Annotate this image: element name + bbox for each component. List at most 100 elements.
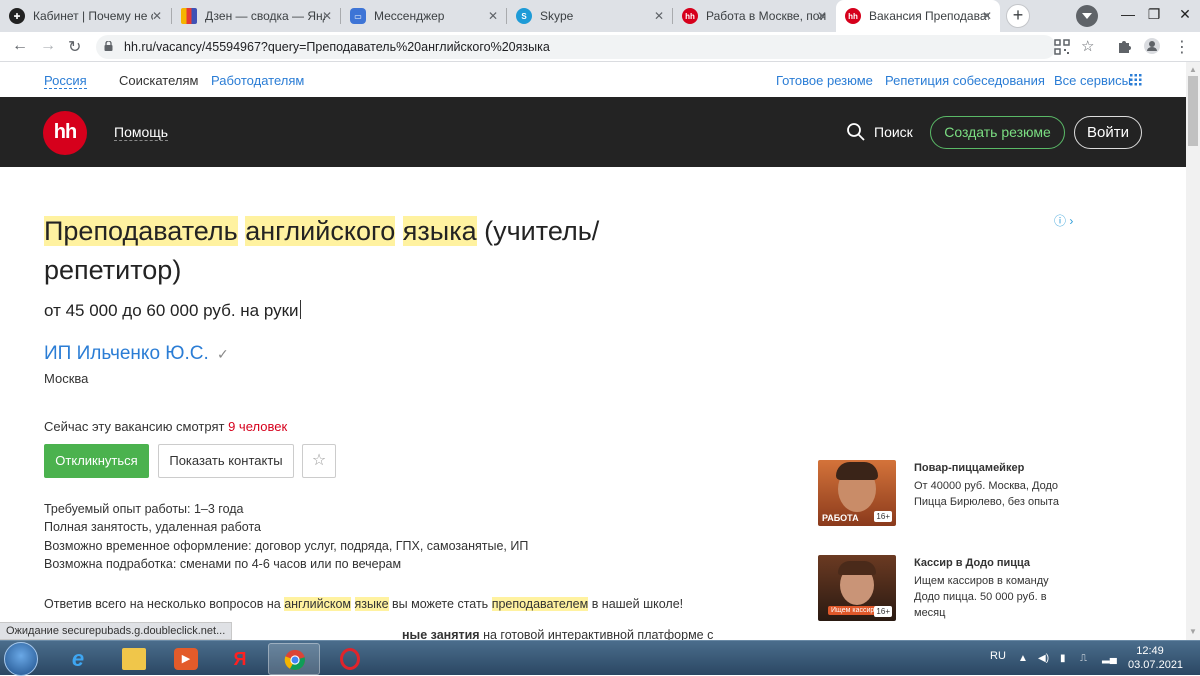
scrollbar-thumb[interactable] [1188,76,1198,146]
folder-icon [122,648,146,670]
desc-bold: ные занятия [402,628,480,640]
address-bar[interactable]: hh.ru/vacancy/45594967?query=Преподавате… [96,35,1094,59]
ad-info-icon[interactable]: ⓘ › [1054,212,1073,229]
hair-shape [838,561,876,575]
network-icon[interactable]: ▂▄ [1102,653,1117,664]
seekers-link[interactable]: Соискателям [119,73,198,88]
create-resume-button[interactable]: Создать резюме [930,116,1065,149]
tab-title: Мессенджер [374,9,445,23]
ad-title[interactable]: Кассир в Додо пицца [914,557,1030,569]
tab-title: Skype [540,9,574,23]
lock-icon[interactable] [104,41,113,51]
tab-title: Работа в Москве, пои [706,9,826,23]
ad-tag: РАБОТА [822,513,859,523]
tab-dzen[interactable]: Дзен — сводка — Янд ✕ [172,0,340,32]
back-icon[interactable]: ← [12,37,28,55]
respond-button[interactable]: Откликнуться [44,444,149,478]
reload-icon[interactable]: ↻ [68,37,81,57]
title-part: репетитор) [44,255,182,285]
url-text: hh.ru/vacancy/45594967?query=Преподавате… [124,40,550,54]
requirement-line: Возможно временное оформление: договор у… [44,539,529,553]
title-part: Преподаватель [44,216,238,246]
tab-kabinet[interactable]: ✚ Кабинет | Почему не с ✕ [0,0,170,32]
tab-skype[interactable]: S Skype ✕ [507,0,672,32]
close-icon[interactable]: ✕ [488,9,498,23]
usb-icon[interactable]: ⎍ [1080,653,1087,664]
start-button[interactable] [4,642,38,676]
battery-icon[interactable]: ▮ [1060,653,1066,664]
hh-logo[interactable]: hh [43,111,87,155]
company-link[interactable]: ИП Ильченко Ю.С. [44,343,209,365]
new-tab-button[interactable]: + [1006,4,1030,28]
clock[interactable]: 12:49 03.07.2021 [1128,644,1183,672]
close-icon[interactable]: ✕ [817,9,827,23]
taskbar-explorer[interactable] [108,643,160,675]
forward-icon[interactable]: → [40,37,56,55]
close-icon[interactable]: ✕ [982,9,992,23]
close-icon[interactable]: ✕ [152,9,162,23]
clock-time: 12:49 [1136,645,1164,657]
yandex-icon: Я [233,649,247,669]
all-services-link[interactable]: Все сервисы [1054,73,1131,88]
minimize-icon[interactable]: — [1108,0,1148,30]
ad-text: От 40000 руб. Москва, Додо Пицца Бирюлев… [914,480,1059,508]
tray-expand-icon[interactable]: ▲ [1018,653,1028,664]
kebab-menu-icon[interactable]: ⋮ [1174,37,1190,57]
text-caret [299,300,301,319]
description-paragraph: Ответив всего на несколько вопросов на а… [44,597,683,611]
bookmark-star-icon[interactable]: ☆ [1081,37,1094,55]
page-scrollbar[interactable]: ▲ ▼ [1186,62,1200,640]
help-link[interactable]: Помощь [114,124,169,141]
scroll-up-icon[interactable]: ▲ [1189,65,1197,74]
taskbar-media[interactable]: ▶ [160,643,212,675]
window-close-icon[interactable]: ✕ [1172,0,1198,30]
scroll-down-icon[interactable]: ▼ [1189,627,1197,636]
favorite-star-icon[interactable]: ☆ [302,444,336,478]
login-button[interactable]: Войти [1074,116,1142,149]
title-part: английского [245,216,396,246]
volume-icon[interactable]: ◀) [1038,653,1049,664]
desc-text: на готовой интерактивной платформе с [483,628,714,640]
ad-title[interactable]: Повар-пиццамейкер [914,462,1024,474]
tab-search-button[interactable] [1076,5,1098,27]
browser-status-bubble: Ожидание securepubads.g.doubleclick.net.… [0,622,233,640]
ready-resume-link[interactable]: Готовое резюме [776,73,873,88]
salary: от 45 000 до 60 000 руб. на руки [44,300,301,321]
interview-rehearsal-link[interactable]: Репетиция собеседования [885,73,1045,88]
hair-shape [836,462,878,480]
desc-text: вы можете стать [392,597,489,611]
salary-text: от 45 000 до 60 000 руб. на руки [44,301,299,320]
title-part: (учитель/ [484,216,600,246]
restore-icon[interactable]: ❐ [1144,0,1164,30]
qr-code-icon[interactable] [1054,39,1070,55]
tab-hh-vacancy[interactable]: hh Вакансия Преподавате ✕ [836,0,1000,32]
taskbar-yandex[interactable]: Я [214,643,266,675]
taskbar-opera[interactable] [324,643,376,675]
bar-chart-icon [181,8,197,24]
region-link[interactable]: Россия [44,73,87,89]
show-contacts-button[interactable]: Показать контакты [158,444,294,478]
tab-title: Дзен — сводка — Янд [205,9,325,23]
search-label: Поиск [874,124,913,140]
taskbar-ie[interactable]: e [52,643,104,675]
title-part: языка [402,216,477,246]
ad-image[interactable]: РАБОТА 16+ [818,460,896,526]
extensions-puzzle-icon[interactable] [1116,38,1132,54]
ad-image[interactable]: Ищем кассиров 16+ [818,555,896,621]
taskbar-chrome[interactable] [268,643,320,675]
tab-messenger[interactable]: ▭ Мессенджер ✕ [341,0,506,32]
grid-icon[interactable] [1130,74,1142,86]
close-icon[interactable]: ✕ [322,9,332,23]
search-icon [847,123,865,141]
employers-link[interactable]: Работодателям [211,73,304,88]
profile-avatar-icon[interactable] [1144,38,1160,54]
browser-tab-strip: ✚ Кабинет | Почему не с ✕ Дзен — сводка … [0,0,1200,32]
hh-icon: hh [682,8,698,24]
language-indicator[interactable]: RU [990,650,1006,662]
tab-hh-search[interactable]: hh Работа в Москве, пои ✕ [673,0,835,32]
hh-top-nav: Россия Соискателям Работодателям Готовое… [0,62,1186,97]
requirement-line: Возможна подработка: сменами по 4-6 часо… [44,557,402,571]
close-icon[interactable]: ✕ [654,9,664,23]
desc-text: Ответив всего на несколько вопросов на [44,597,281,611]
desc-highlight: языке [354,597,389,611]
